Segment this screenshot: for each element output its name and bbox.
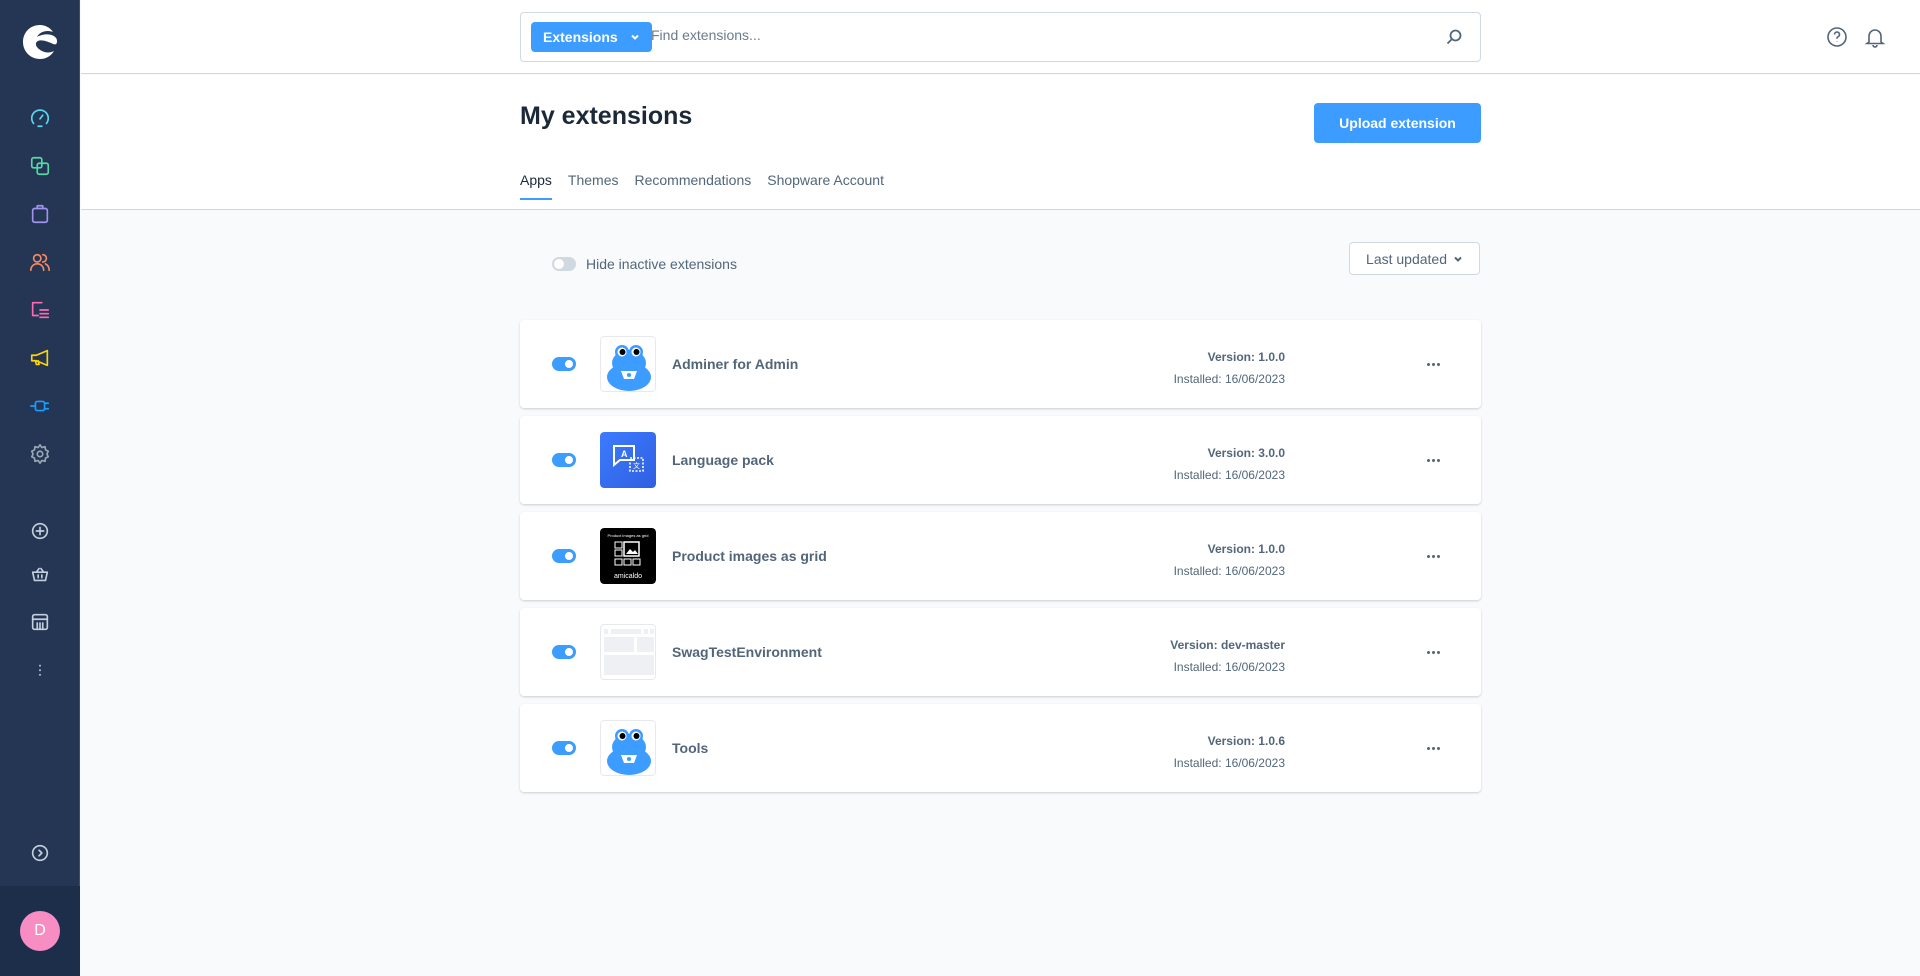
extension-version: Version: 3.0.0 <box>1207 446 1285 460</box>
sales-channel-headless[interactable] <box>28 610 52 634</box>
sidebar-item-settings[interactable] <box>28 442 52 466</box>
extension-meta: Version: dev-master Installed: 16/06/202… <box>1170 634 1285 678</box>
more-actions-button[interactable] <box>1425 548 1441 564</box>
page-title: My extensions <box>520 102 693 130</box>
chevron-down-icon <box>630 34 639 40</box>
hide-inactive-label: Hide inactive extensions <box>586 256 737 272</box>
extension-meta: Version: 1.0.0 Installed: 16/06/2023 <box>1174 346 1285 390</box>
extension-name[interactable]: Product images as grid <box>672 548 827 564</box>
svg-text:amicaldo: amicaldo <box>614 573 642 580</box>
collapse-sidebar-button[interactable] <box>28 841 52 865</box>
extension-active-toggle[interactable] <box>552 645 576 659</box>
sidebar-item-customers[interactable] <box>28 250 52 274</box>
sidebar-item-dashboard[interactable] <box>28 106 52 130</box>
tab-themes[interactable]: Themes <box>568 172 619 199</box>
sales-channel-storefront[interactable] <box>28 562 52 586</box>
tab-shopware-account[interactable]: Shopware Account <box>767 172 884 199</box>
image-grid-icon: Product images as grid amicaldo <box>600 528 656 584</box>
sidebar-item-extensions[interactable] <box>28 394 52 418</box>
extension-active-toggle[interactable] <box>552 357 576 371</box>
hide-inactive-toggle[interactable] <box>552 257 576 271</box>
extension-version: Version: 1.0.0 <box>1207 542 1285 556</box>
tabs: Apps Themes Recommendations Shopware Acc… <box>520 172 884 200</box>
more-actions-button[interactable] <box>1425 740 1441 756</box>
extension-installed-date: Installed: 16/06/2023 <box>1173 756 1285 770</box>
sidebar-item-orders[interactable] <box>28 202 52 226</box>
gear-icon <box>30 444 50 464</box>
gauge-icon <box>30 109 50 128</box>
upload-extension-button[interactable]: Upload extension <box>1314 103 1481 143</box>
basket-icon <box>31 567 49 582</box>
shopping-bag-icon <box>31 204 49 224</box>
tab-recommendations[interactable]: Recommendations <box>635 172 752 199</box>
store-icon <box>31 613 49 631</box>
extension-list: Adminer for Admin Version: 1.0.0 Install… <box>520 320 1481 800</box>
chevron-down-icon <box>1454 256 1462 262</box>
filter-row: Hide inactive extensions Last updated <box>520 240 1480 280</box>
frog-icon <box>600 720 656 776</box>
more-actions-button[interactable] <box>1425 452 1441 468</box>
extension-card: Product images as grid amicaldo Product i… <box>520 512 1481 600</box>
shopware-logo-icon[interactable] <box>20 22 60 62</box>
svg-text:文: 文 <box>633 461 640 470</box>
global-search: Extensions <box>520 12 1481 62</box>
sort-select[interactable]: Last updated <box>1349 242 1480 275</box>
frog-icon <box>600 336 656 392</box>
search-type-dropdown[interactable]: Extensions <box>531 22 652 52</box>
extension-installed-date: Installed: 16/06/2023 <box>1173 372 1285 386</box>
extension-card: A文 Language pack Version: 3.0.0 Installe… <box>520 416 1481 504</box>
more-sales-channels-button[interactable] <box>28 658 52 682</box>
extension-version: Version: 1.0.6 <box>1207 734 1285 748</box>
extension-installed-date: Installed: 16/06/2023 <box>1173 660 1285 674</box>
search-type-label: Extensions <box>543 29 618 45</box>
extension-active-toggle[interactable] <box>552 453 576 467</box>
sidebar-item-catalogues[interactable] <box>28 154 52 178</box>
sidebar-item-marketing[interactable] <box>28 346 52 370</box>
extension-name[interactable]: Adminer for Admin <box>672 356 798 372</box>
extension-name[interactable]: Tools <box>672 740 708 756</box>
help-icon[interactable] <box>1826 26 1848 48</box>
extension-name[interactable]: SwagTestEnvironment <box>672 644 822 660</box>
svg-text:A: A <box>621 449 628 459</box>
search-icon[interactable] <box>1444 27 1464 47</box>
sort-select-value: Last updated <box>1366 250 1447 267</box>
extension-version: Version: 1.0.0 <box>1207 350 1285 364</box>
placeholder-icon <box>600 624 656 680</box>
sidebar-footer: D <box>0 886 80 976</box>
content-icon <box>31 301 50 319</box>
extension-card: Tools Version: 1.0.6 Installed: 16/06/20… <box>520 704 1481 792</box>
sidebar-item-content[interactable] <box>28 298 52 322</box>
chevron-right-circle-icon <box>31 844 49 862</box>
extension-meta: Version: 1.0.6 Installed: 16/06/2023 <box>1174 730 1285 774</box>
more-actions-button[interactable] <box>1425 356 1441 372</box>
add-sales-channel-button[interactable] <box>28 519 52 543</box>
extension-installed-date: Installed: 16/06/2023 <box>1173 564 1285 578</box>
avatar[interactable]: D <box>20 911 60 951</box>
extension-meta: Version: 1.0.0 Installed: 16/06/2023 <box>1174 538 1285 582</box>
extension-card: Adminer for Admin Version: 1.0.0 Install… <box>520 320 1481 408</box>
sidebar: D <box>0 0 80 976</box>
top-bar: Extensions <box>81 0 1920 74</box>
extension-version: Version: dev-master <box>1170 638 1285 652</box>
extension-card: SwagTestEnvironment Version: dev-master … <box>520 608 1481 696</box>
page-header: My extensions Upload extension Apps Them… <box>81 75 1920 210</box>
bell-icon[interactable] <box>1864 26 1886 48</box>
extension-meta: Version: 3.0.0 Installed: 16/06/2023 <box>1174 442 1285 486</box>
plug-icon <box>30 400 50 412</box>
extension-active-toggle[interactable] <box>552 549 576 563</box>
top-actions <box>1826 26 1886 48</box>
more-actions-button[interactable] <box>1425 644 1441 660</box>
megaphone-icon <box>30 349 49 367</box>
users-icon <box>30 253 50 272</box>
svg-text:Product images as grid: Product images as grid <box>608 533 649 538</box>
products-icon <box>30 156 50 176</box>
language-icon: A文 <box>600 432 656 488</box>
extension-active-toggle[interactable] <box>552 741 576 755</box>
search-input[interactable] <box>651 27 1411 43</box>
extension-installed-date: Installed: 16/06/2023 <box>1173 468 1285 482</box>
more-vertical-icon <box>39 664 41 676</box>
tab-apps[interactable]: Apps <box>520 172 552 200</box>
plus-circle-icon <box>31 522 49 540</box>
extension-name[interactable]: Language pack <box>672 452 774 468</box>
